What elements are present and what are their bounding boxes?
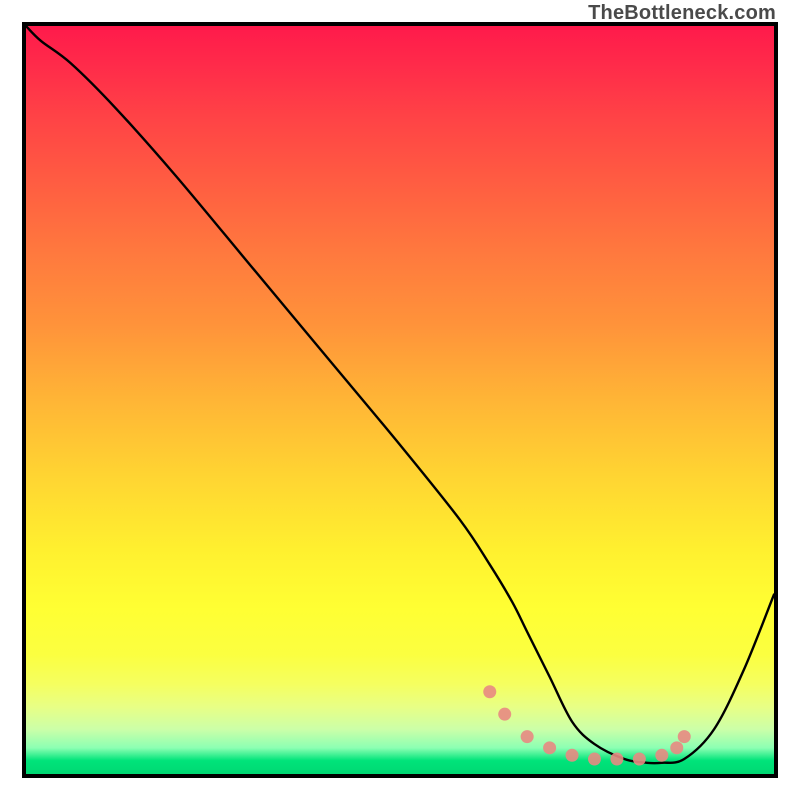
plot-area: [22, 22, 778, 778]
bottleneck-chart: TheBottleneck.com: [0, 0, 800, 800]
heat-gradient-background: [26, 26, 774, 774]
